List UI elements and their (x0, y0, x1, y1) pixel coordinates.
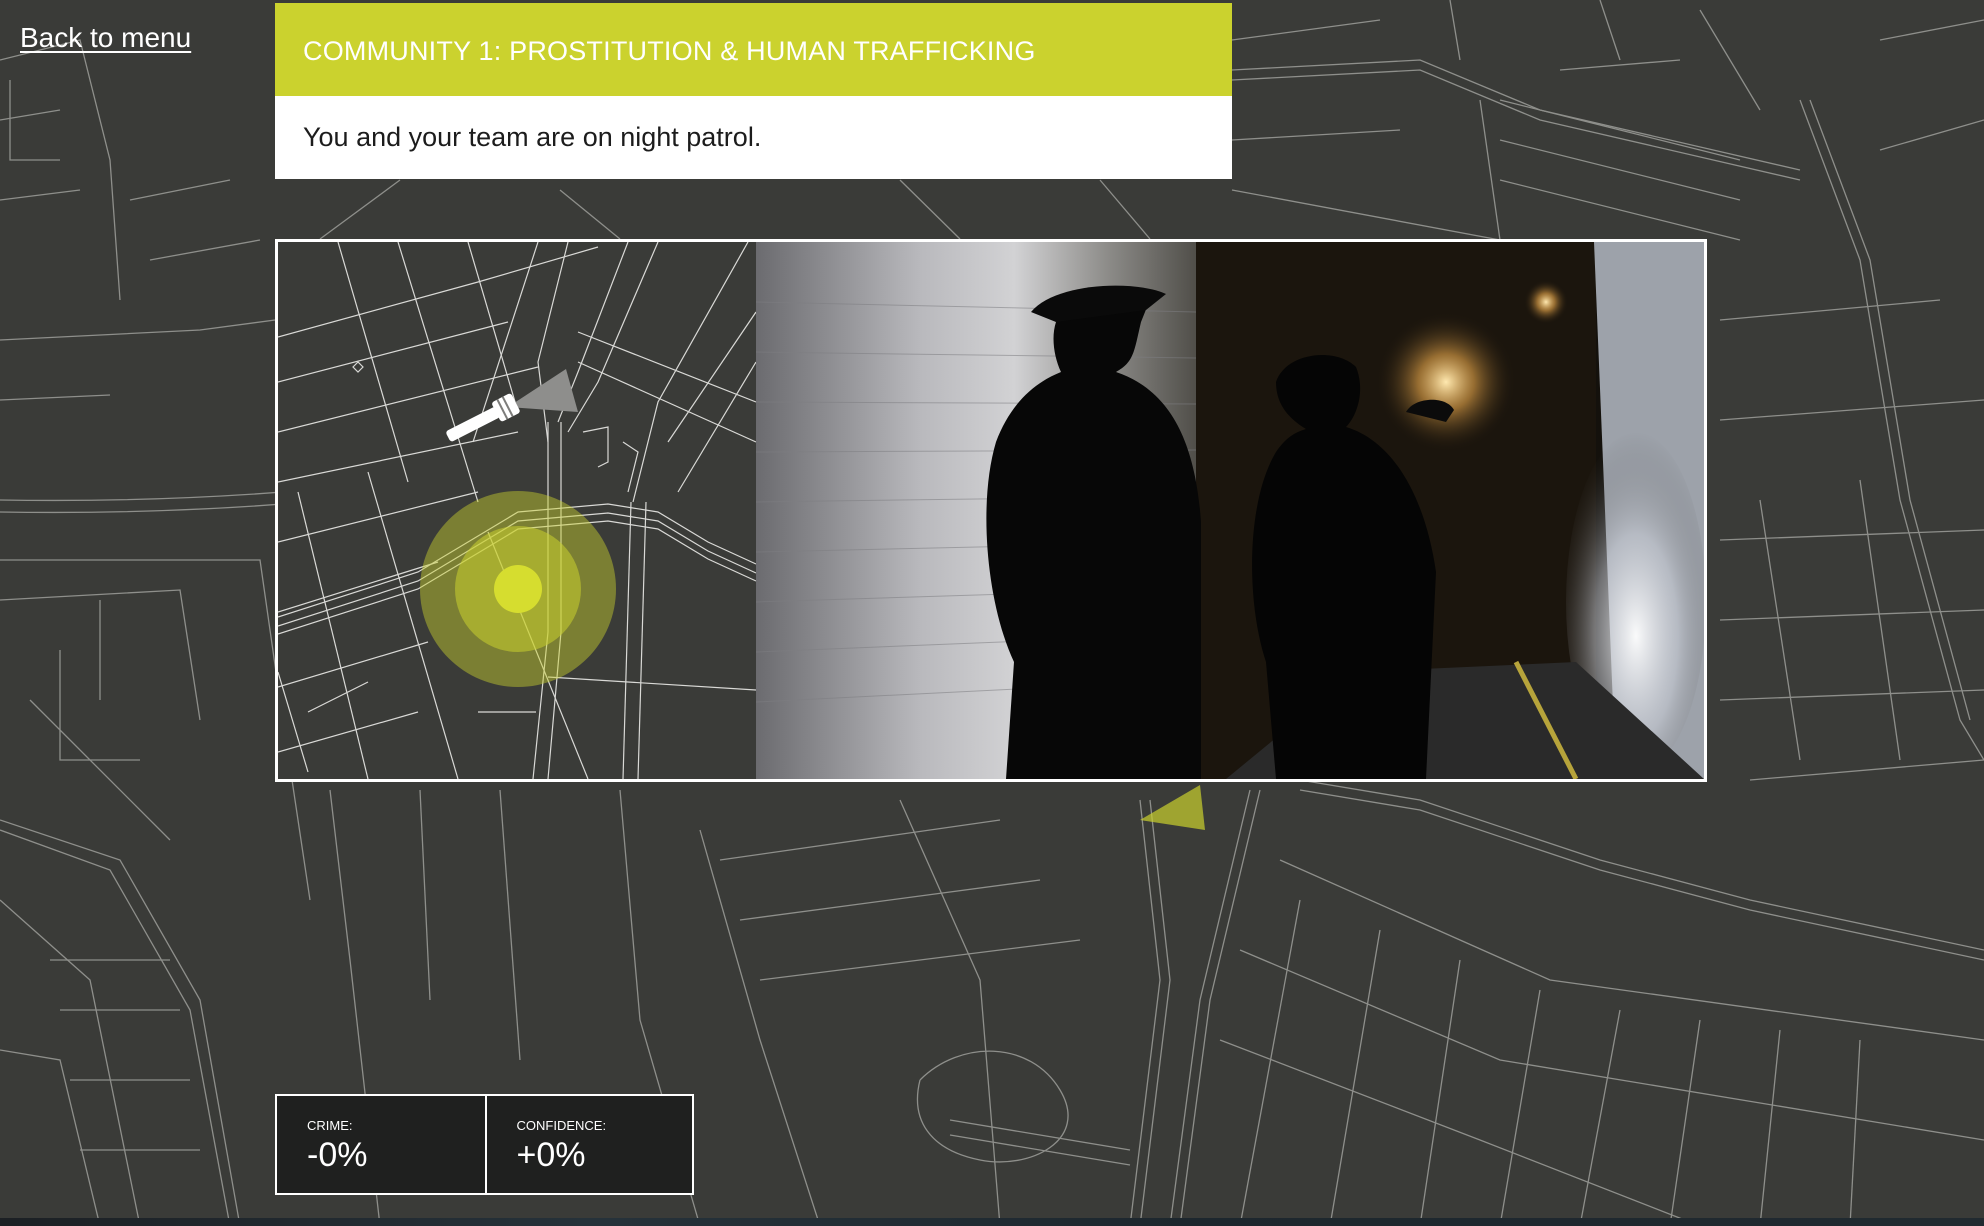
game-screen: Back to menu COMMUNITY 1: PROSTITUTION &… (0, 0, 1984, 1226)
scenario-header: COMMUNITY 1: PROSTITUTION & HUMAN TRAFFI… (275, 3, 1232, 96)
patrol-video (756, 242, 1704, 779)
confidence-stat: CONFIDENCE: +0% (484, 1096, 693, 1193)
crime-stat: CRIME: -0% (277, 1096, 485, 1193)
scenario-description: You and your team are on night patrol. (303, 122, 762, 152)
location-marker-icon (420, 491, 616, 687)
crime-label: CRIME: (307, 1118, 353, 1133)
scene-panel (275, 239, 1707, 782)
scenario-title: COMMUNITY 1: PROSTITUTION & HUMAN TRAFFI… (303, 36, 1036, 66)
beam-glow (1140, 785, 1205, 830)
scenario-description-box: You and your team are on night patrol. (275, 96, 1232, 179)
confidence-label: CONFIDENCE: (516, 1118, 607, 1133)
bottom-strip (0, 1218, 1984, 1226)
crime-value: -0% (307, 1136, 368, 1174)
confidence-value: +0% (516, 1136, 586, 1174)
mini-map (278, 242, 756, 779)
back-to-menu-link[interactable]: Back to menu (20, 22, 191, 54)
stats-panel: CRIME: -0% CONFIDENCE: +0% (275, 1094, 694, 1195)
